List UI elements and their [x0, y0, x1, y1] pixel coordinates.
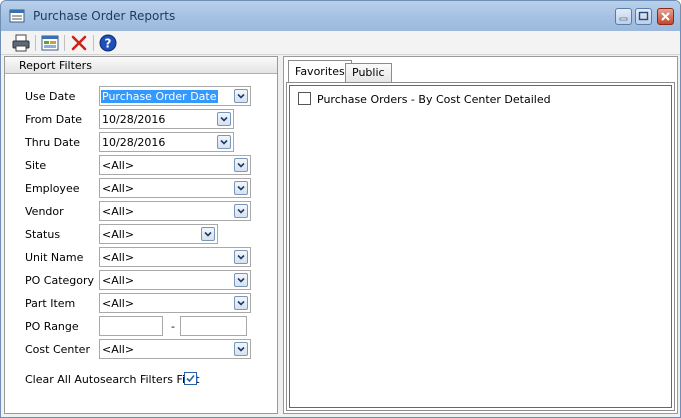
- part-item-label: Part Item: [25, 297, 76, 310]
- from-date-label: From Date: [25, 113, 83, 126]
- title-bar[interactable]: Purchase Order Reports: [1, 1, 680, 31]
- employee-dropdown[interactable]: <All>: [99, 178, 251, 198]
- po-category-dropdown[interactable]: <All>: [99, 270, 251, 290]
- report-filters-panel: Report Filters Use Date Purchase Order D…: [4, 56, 278, 414]
- unit-name-dropdown[interactable]: <All>: [99, 247, 251, 267]
- site-value: <All>: [102, 159, 135, 172]
- help-button[interactable]: ?: [98, 33, 118, 53]
- chevron-down-icon[interactable]: [201, 227, 215, 241]
- status-dropdown[interactable]: <All>: [99, 224, 218, 244]
- preview-button[interactable]: [40, 33, 60, 53]
- from-date-value: 10/28/2016: [102, 113, 166, 126]
- unit-name-value: <All>: [102, 251, 135, 264]
- tab-favorites-label: Favorites: [295, 65, 345, 78]
- cost-center-label: Cost Center: [25, 343, 90, 356]
- toolbar-separator: [35, 35, 36, 51]
- delete-icon: [71, 35, 87, 51]
- tab-favorites[interactable]: Favorites: [288, 60, 352, 82]
- clear-autosearch-checkbox[interactable]: [184, 372, 197, 385]
- toolbar-separator: [93, 35, 94, 51]
- thru-date-value: 10/28/2016: [102, 136, 166, 149]
- preview-icon: [41, 35, 59, 51]
- chevron-down-icon[interactable]: [234, 273, 248, 287]
- purchase-order-reports-window: Purchase Order Reports ? Report Filters …: [0, 0, 681, 418]
- chevron-down-icon[interactable]: [234, 181, 248, 195]
- status-value: <All>: [102, 228, 135, 241]
- chevron-down-icon[interactable]: [234, 342, 248, 356]
- chevron-down-icon[interactable]: [217, 112, 231, 126]
- report-filters-header: Report Filters: [5, 57, 277, 74]
- chevron-down-icon[interactable]: [234, 89, 248, 103]
- vendor-value: <All>: [102, 205, 135, 218]
- checkmark-icon: [186, 374, 195, 383]
- vendor-label: Vendor: [25, 205, 64, 218]
- chevron-down-icon[interactable]: [234, 250, 248, 264]
- po-category-label: PO Category: [25, 274, 95, 287]
- tab-public[interactable]: Public: [345, 63, 392, 82]
- cost-center-value: <All>: [102, 343, 135, 356]
- employee-label: Employee: [25, 182, 80, 195]
- tab-content: Purchase Orders - By Cost Center Detaile…: [286, 82, 675, 411]
- app-icon: [9, 9, 25, 23]
- svg-text:?: ?: [105, 37, 112, 51]
- printer-icon: [12, 34, 30, 52]
- report-list: Purchase Orders - By Cost Center Detaile…: [289, 85, 672, 408]
- list-item[interactable]: Purchase Orders - By Cost Center Detaile…: [298, 92, 551, 106]
- thru-date-label: Thru Date: [25, 136, 80, 149]
- report-filters-title: Report Filters: [19, 59, 92, 72]
- chevron-down-icon[interactable]: [234, 296, 248, 310]
- po-range-separator: -: [171, 320, 175, 333]
- use-date-value: Purchase Order Date: [101, 90, 218, 103]
- close-icon: [661, 12, 670, 21]
- part-item-value: <All>: [102, 297, 135, 310]
- maximize-icon: [638, 11, 649, 21]
- report-checkbox[interactable]: [298, 92, 311, 105]
- delete-button[interactable]: [69, 33, 89, 53]
- maximize-button[interactable]: [635, 8, 652, 25]
- part-item-dropdown[interactable]: <All>: [99, 293, 251, 313]
- close-button[interactable]: [657, 8, 674, 25]
- thru-date-picker[interactable]: 10/28/2016: [99, 132, 234, 152]
- cost-center-dropdown[interactable]: <All>: [99, 339, 251, 359]
- use-date-label: Use Date: [25, 90, 76, 103]
- report-label: Purchase Orders - By Cost Center Detaile…: [317, 93, 551, 106]
- site-label: Site: [25, 159, 47, 172]
- vendor-dropdown[interactable]: <All>: [99, 201, 251, 221]
- clear-autosearch-label: Clear All Autosearch Filters First: [25, 373, 200, 386]
- employee-value: <All>: [102, 182, 135, 195]
- toolbar: ?: [1, 31, 680, 55]
- chevron-down-icon[interactable]: [234, 204, 248, 218]
- po-range-label: PO Range: [25, 320, 79, 333]
- minimize-icon: [619, 17, 628, 21]
- minimize-button[interactable]: [615, 8, 632, 25]
- from-date-picker[interactable]: 10/28/2016: [99, 109, 234, 129]
- help-icon: ?: [99, 34, 117, 52]
- toolbar-separator: [64, 35, 65, 51]
- po-range-to-input[interactable]: [180, 316, 247, 336]
- site-dropdown[interactable]: <All>: [99, 155, 251, 175]
- status-label: Status: [25, 228, 61, 241]
- unit-name-label: Unit Name: [25, 251, 84, 264]
- print-button[interactable]: [11, 33, 31, 53]
- po-category-value: <All>: [102, 274, 135, 287]
- po-range-from-input[interactable]: [99, 316, 163, 336]
- window-title: Purchase Order Reports: [33, 9, 176, 23]
- chevron-down-icon[interactable]: [217, 135, 231, 149]
- tab-public-label: Public: [352, 66, 385, 79]
- chevron-down-icon[interactable]: [234, 158, 248, 172]
- use-date-dropdown[interactable]: Purchase Order Date: [99, 86, 251, 106]
- report-list-panel: Favorites Public Purchase Orders - By Co…: [283, 56, 678, 414]
